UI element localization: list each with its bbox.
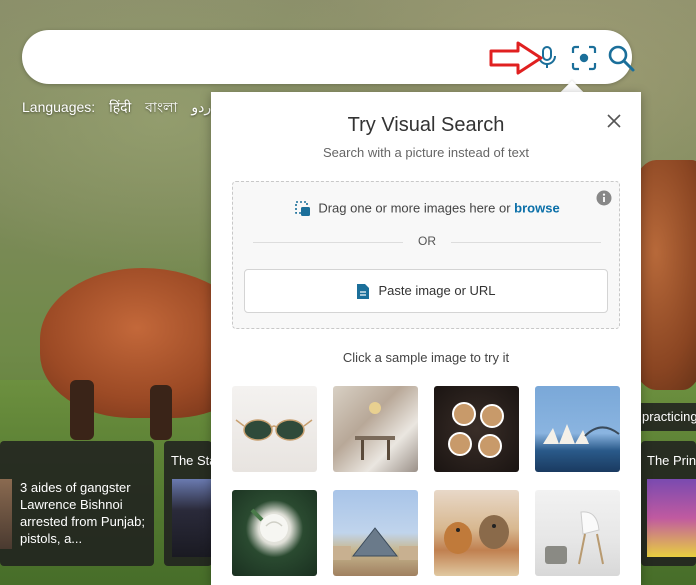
image-drop-zone[interactable]: Drag one or more images here or browse O… — [232, 181, 620, 329]
drag-text: Drag one or more images here or — [318, 200, 511, 216]
close-icon[interactable] — [605, 112, 623, 130]
news-thumbnail — [647, 479, 696, 557]
divider-line — [451, 242, 601, 243]
sample-image-dogs[interactable] — [434, 490, 519, 576]
drag-image-icon — [295, 201, 311, 216]
news-headline: 3 aides of gangster Lawrence Bishnoi arr… — [20, 480, 146, 546]
news-card[interactable]: The Prin — [641, 441, 696, 566]
language-link-hindi[interactable]: हिंदी — [109, 99, 131, 115]
sample-image-white-chair[interactable] — [535, 490, 620, 576]
sample-image-sunglasses[interactable] — [232, 386, 317, 472]
news-card[interactable]: The Sta — [164, 441, 212, 566]
fox-leg — [70, 380, 94, 440]
news-title: The Prin — [647, 453, 696, 468]
paste-image-button[interactable]: Paste image or URL — [244, 269, 608, 313]
sample-image-sydney-opera-house[interactable] — [535, 386, 620, 472]
panel-subtitle: Search with a picture instead of text — [323, 145, 529, 160]
sample-image-coffee-cups[interactable] — [434, 386, 519, 472]
annotation-arrow-icon — [489, 41, 543, 75]
language-link-bengali[interactable]: বাংলা — [145, 99, 177, 115]
sample-instructions: Click a sample image to try it — [342, 350, 510, 365]
sample-image-white-rose[interactable] — [232, 490, 317, 576]
or-text: OR — [418, 234, 436, 248]
fox-leg — [150, 385, 172, 440]
visual-search-icon[interactable] — [570, 44, 598, 72]
sample-image-dining-room[interactable] — [333, 386, 418, 472]
news-title[interactable]: practicing — [640, 403, 696, 431]
languages-label: Languages: — [22, 99, 96, 115]
news-thumbnail — [172, 479, 212, 557]
paste-label: Paste image or URL — [378, 283, 496, 298]
news-card[interactable]: 3 aides of gangster Lawrence Bishnoi arr… — [0, 441, 154, 566]
drag-instructions: Drag one or more images here or browse — [233, 200, 621, 218]
search-icon[interactable] — [606, 43, 636, 73]
document-icon — [357, 284, 370, 300]
visual-search-panel: Try Visual Search Search with a picture … — [211, 92, 641, 585]
news-thumbnail — [0, 479, 12, 549]
news-title: The Sta — [171, 453, 212, 468]
panel-title: Try Visual Search — [347, 114, 505, 136]
browse-link[interactable]: browse — [514, 200, 560, 215]
or-divider: OR — [253, 234, 601, 250]
sample-image-louvre-pyramid[interactable] — [333, 490, 418, 576]
